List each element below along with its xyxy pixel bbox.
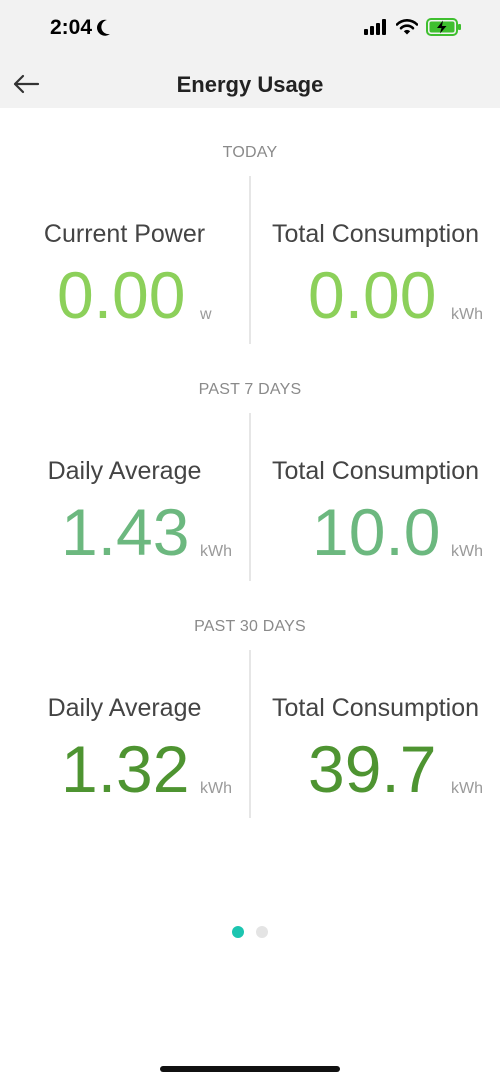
status-time: 2:04 xyxy=(50,16,112,40)
total-consumption-value: 10.0 xyxy=(312,495,441,569)
section-label-today: TODAY xyxy=(222,144,278,161)
daily-average-value: 1.32 xyxy=(61,732,190,806)
home-indicator[interactable] xyxy=(160,1066,340,1072)
total-consumption-label: Total Consumption xyxy=(271,694,480,722)
status-bar: 2:04 xyxy=(0,0,500,58)
past-30-days-stats-row: Daily Average 1.32 kWh Total Consumption… xyxy=(0,650,500,818)
current-power-value: 0.00 xyxy=(57,258,186,332)
daily-average-value: 1.43 xyxy=(61,495,190,569)
total-consumption-unit: kWh xyxy=(451,543,483,560)
daily-average-label: Daily Average xyxy=(47,457,202,485)
today-total-value: 0.00 xyxy=(308,258,437,332)
column-divider xyxy=(249,176,251,344)
column-divider xyxy=(249,650,251,818)
wifi-icon xyxy=(396,19,418,35)
status-indicators xyxy=(364,18,462,36)
today-total-unit: kWh xyxy=(451,306,483,323)
moon-icon xyxy=(97,19,111,36)
daily-average-unit: kWh xyxy=(200,780,232,797)
nav-bar: Energy Usage xyxy=(0,58,500,108)
page-dot-2[interactable] xyxy=(256,926,268,938)
cellular-signal-icon xyxy=(364,19,386,35)
total-consumption-label: Total Consumption xyxy=(271,457,480,485)
clock-text: 2:04 xyxy=(50,16,93,39)
daily-average-unit: kWh xyxy=(200,543,232,560)
battery-charging-icon xyxy=(426,18,461,36)
past-7-days-stats-row: Daily Average 1.43 kWh Total Consumption… xyxy=(0,413,500,581)
total-consumption-value: 39.7 xyxy=(308,732,437,806)
section-label-past-30-days: PAST 30 DAYS xyxy=(194,618,306,635)
page-indicator xyxy=(0,926,500,938)
current-power-label: Current Power xyxy=(43,220,206,248)
current-power-unit: w xyxy=(200,306,212,323)
today-stats-row: Current Power 0.00 w Total Consumption 0… xyxy=(0,176,500,344)
today-total-label: Total Consumption xyxy=(271,220,480,248)
daily-average-label: Daily Average xyxy=(47,694,202,722)
column-divider xyxy=(249,413,251,581)
total-consumption-unit: kWh xyxy=(451,780,483,797)
section-label-past-7-days: PAST 7 DAYS xyxy=(198,381,302,398)
page-title: Energy Usage xyxy=(176,72,324,97)
page-dot-1[interactable] xyxy=(232,926,244,938)
